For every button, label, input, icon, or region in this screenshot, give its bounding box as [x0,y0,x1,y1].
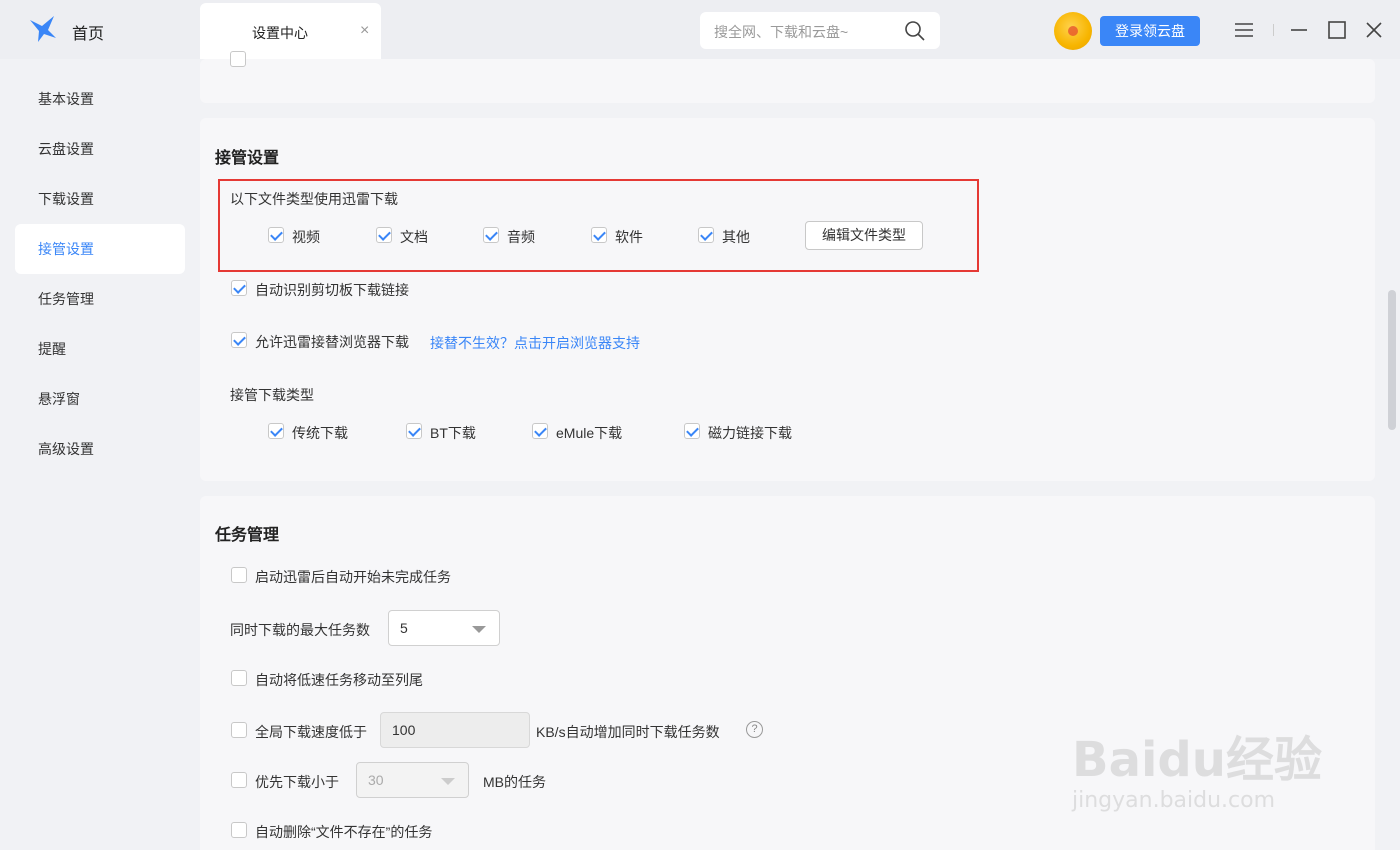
search-icon[interactable] [904,20,926,42]
home-label: 首页 [72,26,105,43]
maximize-icon[interactable] [1325,18,1349,42]
magnet-download-checkbox[interactable] [684,423,700,439]
home-tab[interactable]: 首页 [0,0,200,59]
help-icon[interactable]: ? [746,721,763,738]
browser-takeover-label: 允许迅雷接替浏览器下载 [255,334,409,350]
max-tasks-select[interactable]: 5 [388,610,500,646]
sidebar-item-advanced[interactable]: 高级设置 [15,424,185,474]
move-slow-label: 自动将低速任务移动至列尾 [255,672,423,688]
download-types-label: 接管下载类型 [230,387,314,403]
chevron-down-icon [472,626,486,633]
auto-start-checkbox[interactable] [231,567,247,583]
browser-takeover-checkbox[interactable] [231,332,247,348]
baidu-watermark: Baidu经验 jingyan.baidu.com [1068,700,1338,830]
title-bar: 首页 设置中心 × 搜全网、下载和云盘~ 登录领云盘 [0,0,1400,59]
sidebar-item-basic[interactable]: 基本设置 [15,74,185,124]
speed-threshold-input[interactable]: 100 [380,712,530,748]
sidebar-item-reminder[interactable]: 提醒 [15,324,185,374]
bt-download-checkbox[interactable] [406,423,422,439]
sidebar-item-tasks[interactable]: 任务管理 [15,274,185,324]
priority-label: 优先下载小于 [255,774,339,790]
login-button[interactable]: 登录领云盘 [1100,16,1200,46]
search-placeholder: 搜全网、下载和云盘~ [714,24,849,40]
menu-icon[interactable] [1232,18,1256,42]
close-tab-icon[interactable]: × [360,21,369,41]
speed-threshold-label: 全局下载速度低于 [255,724,367,740]
chevron-down-icon [441,778,455,785]
tab-label: 设置中心 [252,25,308,41]
minimize-icon[interactable] [1287,18,1311,42]
magnet-download-label: 磁力链接下载 [708,425,792,441]
max-tasks-value: 5 [400,620,408,636]
delete-missing-label: 自动删除“文件不存在”的任务 [255,824,433,840]
priority-suffix: MB的任务 [483,774,546,790]
clipboard-checkbox[interactable] [231,280,247,296]
scrollbar[interactable] [1388,290,1396,430]
traditional-download-checkbox[interactable] [268,423,284,439]
sidebar-item-takeover[interactable]: 接管设置 [15,224,185,274]
sidebar-item-cloud[interactable]: 云盘设置 [15,124,185,174]
thunder-bird-logo-icon [30,16,56,42]
search-input[interactable]: 搜全网、下载和云盘~ [700,12,940,49]
settings-sidebar: 基本设置 云盘设置 下载设置 接管设置 任务管理 提醒 悬浮窗 高级设置 [0,59,200,850]
close-window-icon[interactable] [1362,18,1386,42]
move-slow-checkbox[interactable] [231,670,247,686]
highlight-box [218,179,979,272]
previous-section-card [200,51,1375,103]
speed-threshold-suffix: KB/s自动增加同时下载任务数 [536,724,720,740]
speed-threshold-value: 100 [392,722,416,738]
max-tasks-label: 同时下载的最大任务数 [230,622,370,638]
traditional-download-label: 传统下载 [292,425,348,441]
bt-download-label: BT下载 [430,425,476,441]
priority-checkbox[interactable] [231,772,247,788]
browser-support-link[interactable]: 接替不生效？点击开启浏览器支持 [430,333,640,353]
watermark-brand: Baidu经验 [1072,732,1322,788]
priority-size-value: 30 [368,772,384,788]
speed-threshold-checkbox[interactable] [231,722,247,738]
tab-settings-center[interactable]: 设置中心 × [200,3,381,59]
delete-missing-checkbox[interactable] [231,822,247,838]
clipboard-label: 自动识别剪切板下载链接 [255,282,409,298]
priority-size-select[interactable]: 30 [356,762,469,798]
sidebar-item-download[interactable]: 下载设置 [15,174,185,224]
takeover-section-title: 接管设置 [215,150,280,167]
title-divider [1273,24,1274,36]
avatar[interactable] [1054,12,1092,50]
task-section-title: 任务管理 [215,527,280,544]
watermark-url: jingyan.baidu.com [1072,788,1276,813]
emule-download-label: eMule下载 [556,425,623,441]
emule-download-checkbox[interactable] [532,423,548,439]
cut-off-checkbox[interactable] [230,51,246,67]
sidebar-item-floating-window[interactable]: 悬浮窗 [15,374,185,424]
auto-start-label: 启动迅雷后自动开始未完成任务 [255,569,451,585]
